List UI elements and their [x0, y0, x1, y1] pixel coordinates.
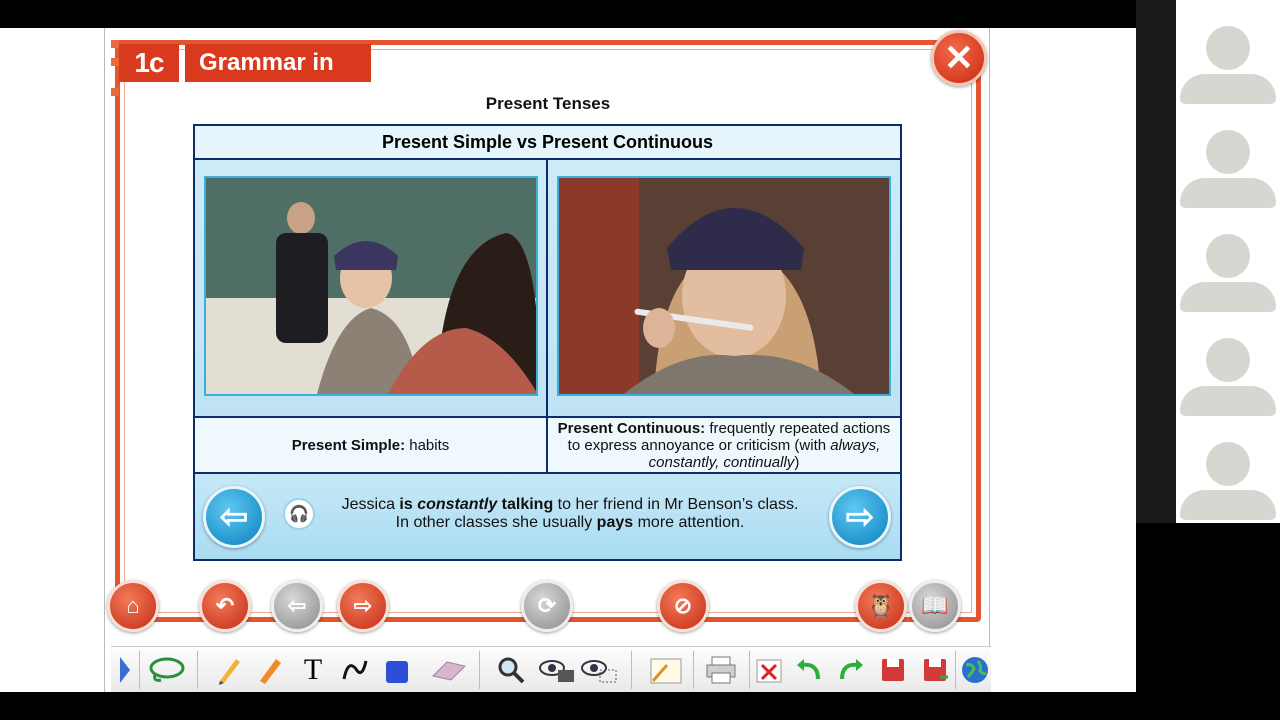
decor-pixel	[111, 88, 119, 96]
present-simple-term: Present Simple:	[291, 436, 406, 454]
arrow-right-icon: ⇨	[353, 593, 373, 618]
highlighter-icon	[260, 659, 281, 684]
close-button[interactable]: ✕	[931, 30, 987, 86]
undo-icon: ↶	[215, 593, 235, 618]
page-heading: Present Tenses	[485, 94, 611, 113]
no-subtitles-icon: ⊘	[673, 593, 693, 618]
undo-arrow-icon	[797, 659, 820, 680]
example-bold-italic: constantly	[417, 496, 498, 513]
eye-reveal-icon	[581, 660, 617, 683]
shape-tool[interactable]	[379, 653, 415, 687]
photo-cell-left	[195, 160, 548, 418]
printer-icon	[706, 656, 736, 684]
note-icon	[650, 658, 682, 684]
spotlight-tool[interactable]	[537, 653, 577, 687]
square-icon	[386, 661, 408, 683]
save-icon	[882, 659, 904, 681]
example-sentence: Jessica is constantly talking to her fri…	[315, 496, 825, 532]
text-icon: T	[303, 653, 323, 686]
expand-toolbar-button[interactable]	[113, 653, 137, 687]
example-text: more attention.	[633, 514, 745, 531]
redo-arrow-icon	[840, 659, 863, 680]
section-title: Grammar in use	[185, 44, 371, 114]
annotation-toolbar: T	[111, 646, 991, 692]
previous-page-button[interactable]: ⇦	[271, 580, 323, 632]
participant-avatar[interactable]	[1176, 416, 1280, 520]
clear-all-button[interactable]	[751, 653, 787, 687]
lasso-icon	[149, 657, 185, 682]
eraser-icon	[432, 661, 466, 681]
undo-tool[interactable]	[791, 653, 827, 687]
curve-icon	[342, 660, 368, 680]
panel-divider	[1136, 0, 1176, 523]
arrow-right-icon: ⇨	[845, 498, 875, 536]
next-example-button[interactable]: ⇨	[829, 486, 891, 548]
save-button[interactable]	[875, 653, 911, 687]
example-row: ⇦ 🎧 Jessica is constantly talking to her…	[195, 474, 900, 559]
refresh-button[interactable]: ⟳	[521, 580, 573, 632]
text-tool[interactable]: T	[295, 653, 331, 687]
owl-icon: 🦉	[867, 593, 895, 618]
pencil-icon	[219, 659, 240, 685]
headphones-icon: 🎧	[289, 506, 309, 523]
next-page-button[interactable]: ⇨	[337, 580, 389, 632]
globe-icon	[962, 657, 988, 683]
comparison-table: Present Simple vs Present Continuous Pre…	[193, 124, 902, 561]
highlighter-tool[interactable]	[251, 653, 287, 687]
example-text: to her friend in Mr Benson’s class.	[553, 496, 799, 513]
eye-icon	[539, 660, 574, 682]
subtitles-off-button[interactable]: ⊘	[657, 580, 709, 632]
present-simple-cell: Present Simple: habits	[195, 418, 548, 474]
home-icon: ⌂	[126, 593, 140, 618]
participants-panel	[1176, 0, 1280, 523]
present-continuous-cell: Present Continuous: frequently repeated …	[548, 418, 900, 474]
example-bold: pays	[596, 514, 634, 531]
book-icon: 📖	[921, 593, 949, 618]
notes-tool[interactable]	[645, 653, 685, 687]
lesson-board: 1c Grammar in use ✕ Present Tenses Prese…	[104, 28, 991, 692]
owl-button[interactable]: 🦉	[855, 580, 907, 632]
participant-avatar[interactable]	[1176, 104, 1280, 208]
delete-icon	[756, 659, 782, 683]
close-icon: ✕	[943, 37, 975, 78]
participant-avatar[interactable]	[1176, 0, 1280, 104]
zoom-tool[interactable]	[493, 653, 529, 687]
magnifier-icon	[498, 657, 525, 684]
table-title: Present Simple vs Present Continuous	[195, 126, 900, 160]
classroom-photo	[204, 176, 538, 396]
decor-pixel	[111, 40, 119, 48]
eraser-tool[interactable]	[427, 653, 471, 687]
example-text: In other classes she usually	[395, 514, 597, 531]
refresh-icon: ⟳	[537, 593, 557, 618]
undo-button[interactable]: ↶	[199, 580, 251, 632]
triangle-right-icon	[120, 657, 130, 683]
lasso-tool[interactable]	[145, 653, 189, 687]
closing-paren: )	[794, 453, 800, 471]
student-portrait-photo	[557, 176, 891, 396]
book-button[interactable]: 📖	[909, 580, 961, 632]
participant-avatar[interactable]	[1176, 312, 1280, 416]
web-button[interactable]	[957, 653, 993, 687]
example-bold: is	[399, 496, 418, 513]
previous-example-button[interactable]: ⇦	[203, 486, 265, 548]
arrow-left-icon: ⇦	[287, 593, 307, 618]
print-button[interactable]	[701, 653, 741, 687]
arrow-left-icon: ⇦	[219, 498, 249, 536]
redo-tool[interactable]	[833, 653, 869, 687]
save-as-button[interactable]	[917, 653, 953, 687]
home-button[interactable]: ⌂	[107, 580, 159, 632]
freehand-tool[interactable]	[337, 653, 373, 687]
decor-pixel	[111, 58, 119, 66]
pencil-tool[interactable]	[211, 653, 247, 687]
example-bold: talking	[497, 496, 554, 513]
audio-button[interactable]: 🎧	[283, 498, 315, 530]
present-continuous-term: Present Continuous:	[557, 419, 706, 437]
save-as-icon	[924, 659, 948, 681]
reveal-tool[interactable]	[579, 653, 619, 687]
participant-avatar[interactable]	[1176, 208, 1280, 312]
example-text: Jessica	[341, 496, 400, 513]
present-simple-desc: habits	[405, 436, 450, 454]
photo-cell-right	[548, 160, 900, 418]
unit-badge: 1c	[119, 44, 179, 82]
